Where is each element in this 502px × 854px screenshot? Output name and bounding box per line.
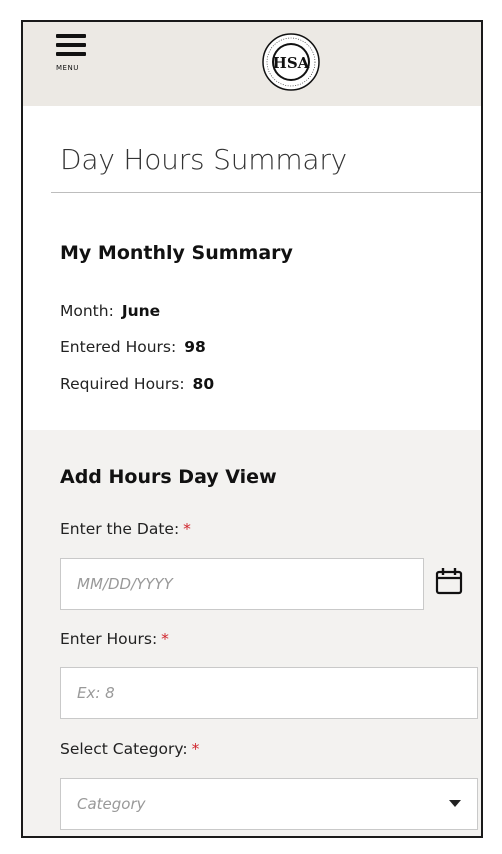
logo-monogram: HSA xyxy=(273,54,310,72)
summary-title: My Monthly Summary xyxy=(60,242,293,264)
menu-label: MENU xyxy=(56,64,79,72)
app-header: MENU HSA xyxy=(23,22,481,106)
entered-hours-label: Entered Hours: xyxy=(60,338,177,356)
date-input[interactable]: MM/DD/YYYY xyxy=(60,558,424,610)
category-label-text: Select Category: xyxy=(60,740,188,758)
required-hours-label: Required Hours: xyxy=(60,375,185,393)
category-select[interactable]: Category xyxy=(60,778,478,830)
page-title: Day Hours Summary xyxy=(60,143,348,176)
required-marker: * xyxy=(161,630,169,648)
hours-field-label: Enter Hours: * xyxy=(60,630,169,648)
summary-required-hours: Required Hours: 80 xyxy=(60,375,214,393)
date-label-text: Enter the Date: xyxy=(60,520,180,538)
required-hours-value: 80 xyxy=(192,375,215,393)
hours-label-text: Enter Hours: xyxy=(60,630,158,648)
logo-seal: HSA xyxy=(262,33,320,91)
required-marker: * xyxy=(191,740,200,758)
entered-hours-value: 98 xyxy=(184,338,206,356)
hamburger-icon-bar xyxy=(56,43,86,47)
hamburger-icon-bar xyxy=(56,52,86,56)
summary-entered-hours: Entered Hours: 98 xyxy=(60,338,206,356)
chevron-down-icon xyxy=(449,800,461,807)
form-title: Add Hours Day View xyxy=(60,466,277,488)
menu-button[interactable]: MENU xyxy=(56,28,90,76)
category-field-label: Select Category: * xyxy=(60,740,199,758)
category-placeholder: Category xyxy=(77,795,146,813)
hours-input[interactable]: Ex: 8 xyxy=(60,667,478,719)
month-label: Month: xyxy=(60,302,114,320)
title-divider xyxy=(51,192,481,193)
summary-month: Month: June xyxy=(60,302,160,320)
month-value: June xyxy=(121,302,161,320)
app-frame: MENU HSA Day Hours Summary My Monthly Su… xyxy=(21,20,483,838)
date-field-label: Enter the Date: * xyxy=(60,520,191,538)
calendar-icon[interactable] xyxy=(434,566,464,596)
required-marker: * xyxy=(183,520,191,538)
hamburger-icon xyxy=(56,34,86,38)
add-hours-form: Add Hours Day View Enter the Date: * MM/D… xyxy=(23,430,481,836)
